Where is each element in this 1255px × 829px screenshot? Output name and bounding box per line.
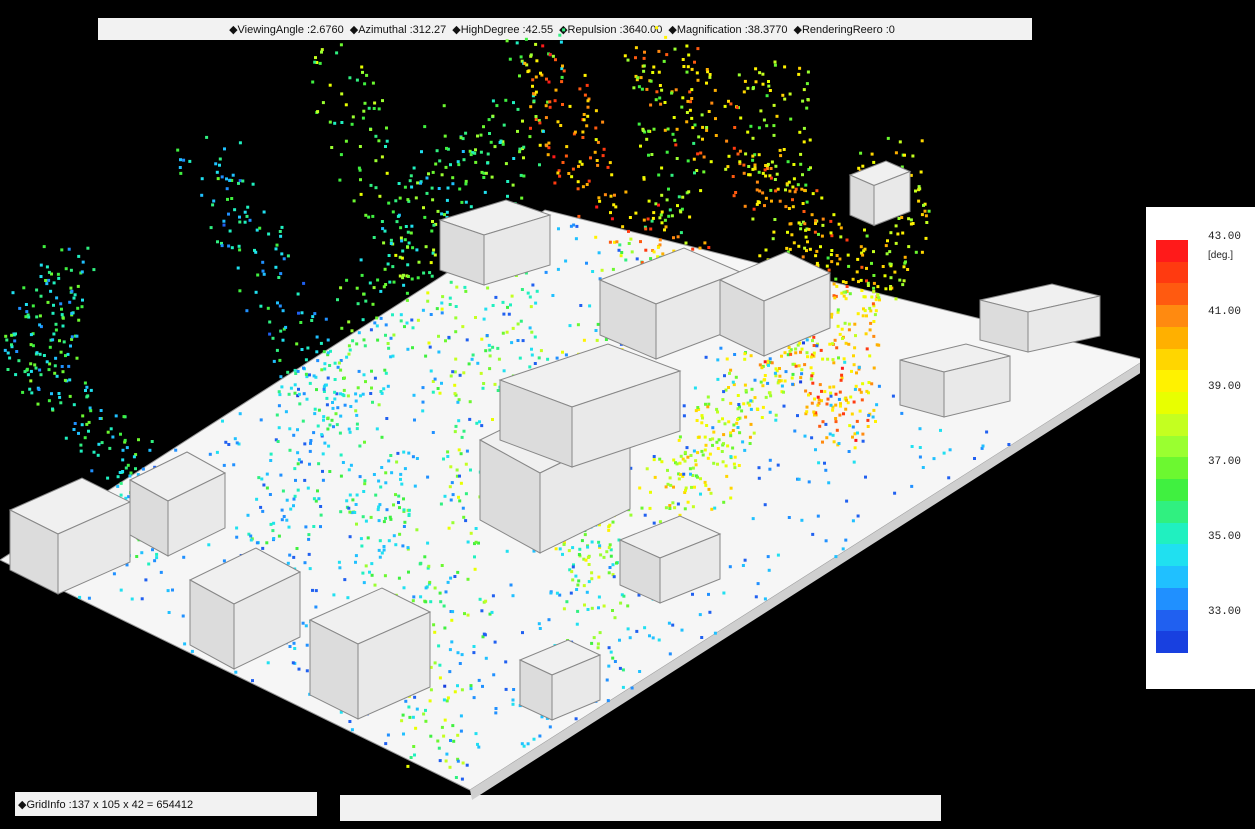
legend-swatch — [1156, 261, 1188, 284]
legend-swatch — [1156, 544, 1188, 567]
legend-swatch — [1156, 413, 1188, 437]
legend-tick-label: 39.00 — [1208, 381, 1242, 393]
legend-swatch — [1156, 631, 1188, 654]
legend-swatch — [1156, 500, 1188, 524]
legend-swatch — [1156, 240, 1188, 263]
legend-swatch — [1156, 587, 1188, 611]
legend-swatch — [1156, 348, 1188, 371]
color-scale-legend: [deg.] 43.00 41.00 39.00 37.00 35.00 33.00 — [1146, 207, 1255, 689]
legend-tick-label: 43.00 — [1208, 231, 1242, 243]
legend-unit: [deg.] — [1208, 250, 1234, 261]
legend-tick-label: 33.00 — [1208, 606, 1242, 618]
legend-swatch — [1156, 283, 1188, 306]
legend-tick-label: 37.00 — [1208, 456, 1242, 468]
legend-swatch — [1156, 522, 1188, 545]
legend-swatch — [1156, 479, 1188, 502]
legend-swatch — [1156, 326, 1188, 350]
legend-swatch — [1156, 370, 1188, 393]
legend-swatch — [1156, 609, 1188, 632]
legend-tick-label: 35.00 — [1208, 531, 1242, 543]
3d-scene-viewport[interactable] — [0, 0, 1140, 829]
legend-swatch — [1156, 392, 1188, 415]
legend-swatch — [1156, 457, 1188, 480]
legend-swatch — [1156, 566, 1188, 589]
legend-tick-label: 41.00 — [1208, 306, 1242, 318]
legend-swatch — [1156, 435, 1188, 458]
legend-swatch — [1156, 305, 1188, 328]
